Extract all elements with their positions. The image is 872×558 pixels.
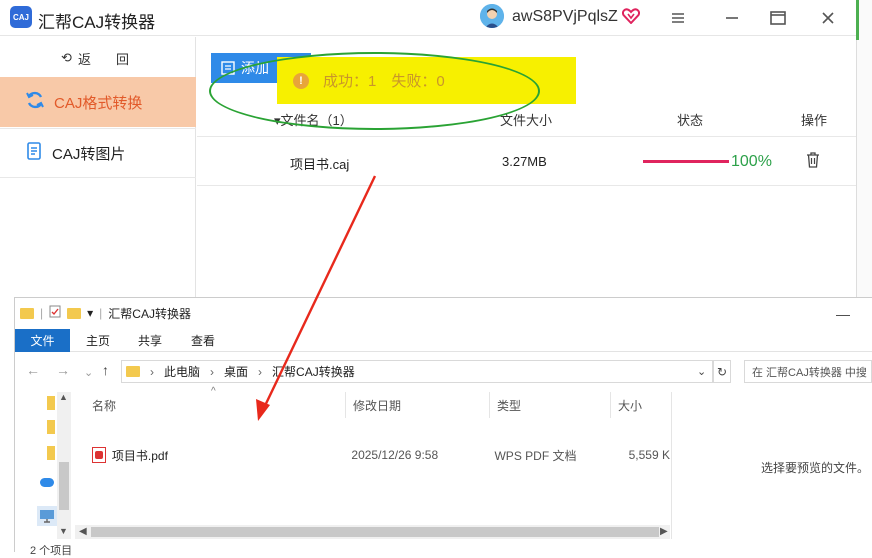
annotation-arrow: [256, 175, 377, 421]
